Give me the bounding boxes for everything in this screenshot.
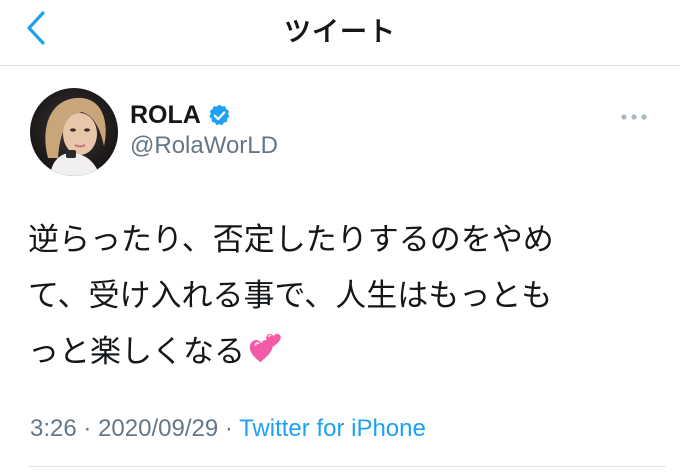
more-options-button[interactable] — [614, 102, 654, 132]
tweet-time: 3:26 — [30, 415, 77, 442]
tweet-source-link[interactable]: Twitter for iPhone — [239, 415, 426, 442]
tweet-meta: 3:26 · 2020/09/29 · Twitter for iPhone — [30, 415, 426, 443]
meta-separator: · — [83, 415, 92, 442]
display-name[interactable]: ROLA — [130, 101, 201, 130]
verified-badge-icon — [209, 104, 230, 125]
top-nav-bar: ツイート — [0, 0, 680, 66]
divider — [28, 466, 666, 467]
tweet-text: 逆らったり、否定したりするのをやめ て、受け入れる事で、人生はもっとも っと楽し… — [28, 212, 668, 380]
tweet-text-line-2: て、受け入れる事で、人生はもっとも — [28, 278, 553, 314]
page-title: ツイート — [284, 17, 396, 48]
tweet-author[interactable]: ROLA @RolaWorLD — [130, 100, 278, 160]
user-handle[interactable]: @RolaWorLD — [130, 132, 278, 160]
tweet-date: 2020/09/29 — [98, 415, 219, 442]
two-hearts-icon — [249, 333, 281, 363]
avatar[interactable] — [30, 88, 118, 176]
tweet-text-line-3: っと楽しくなる — [28, 334, 245, 370]
meta-separator-2: · — [224, 415, 233, 442]
more-horizontal-icon — [621, 114, 647, 120]
tweet-text-line-1: 逆らったり、否定したりするのをやめ — [28, 222, 554, 258]
